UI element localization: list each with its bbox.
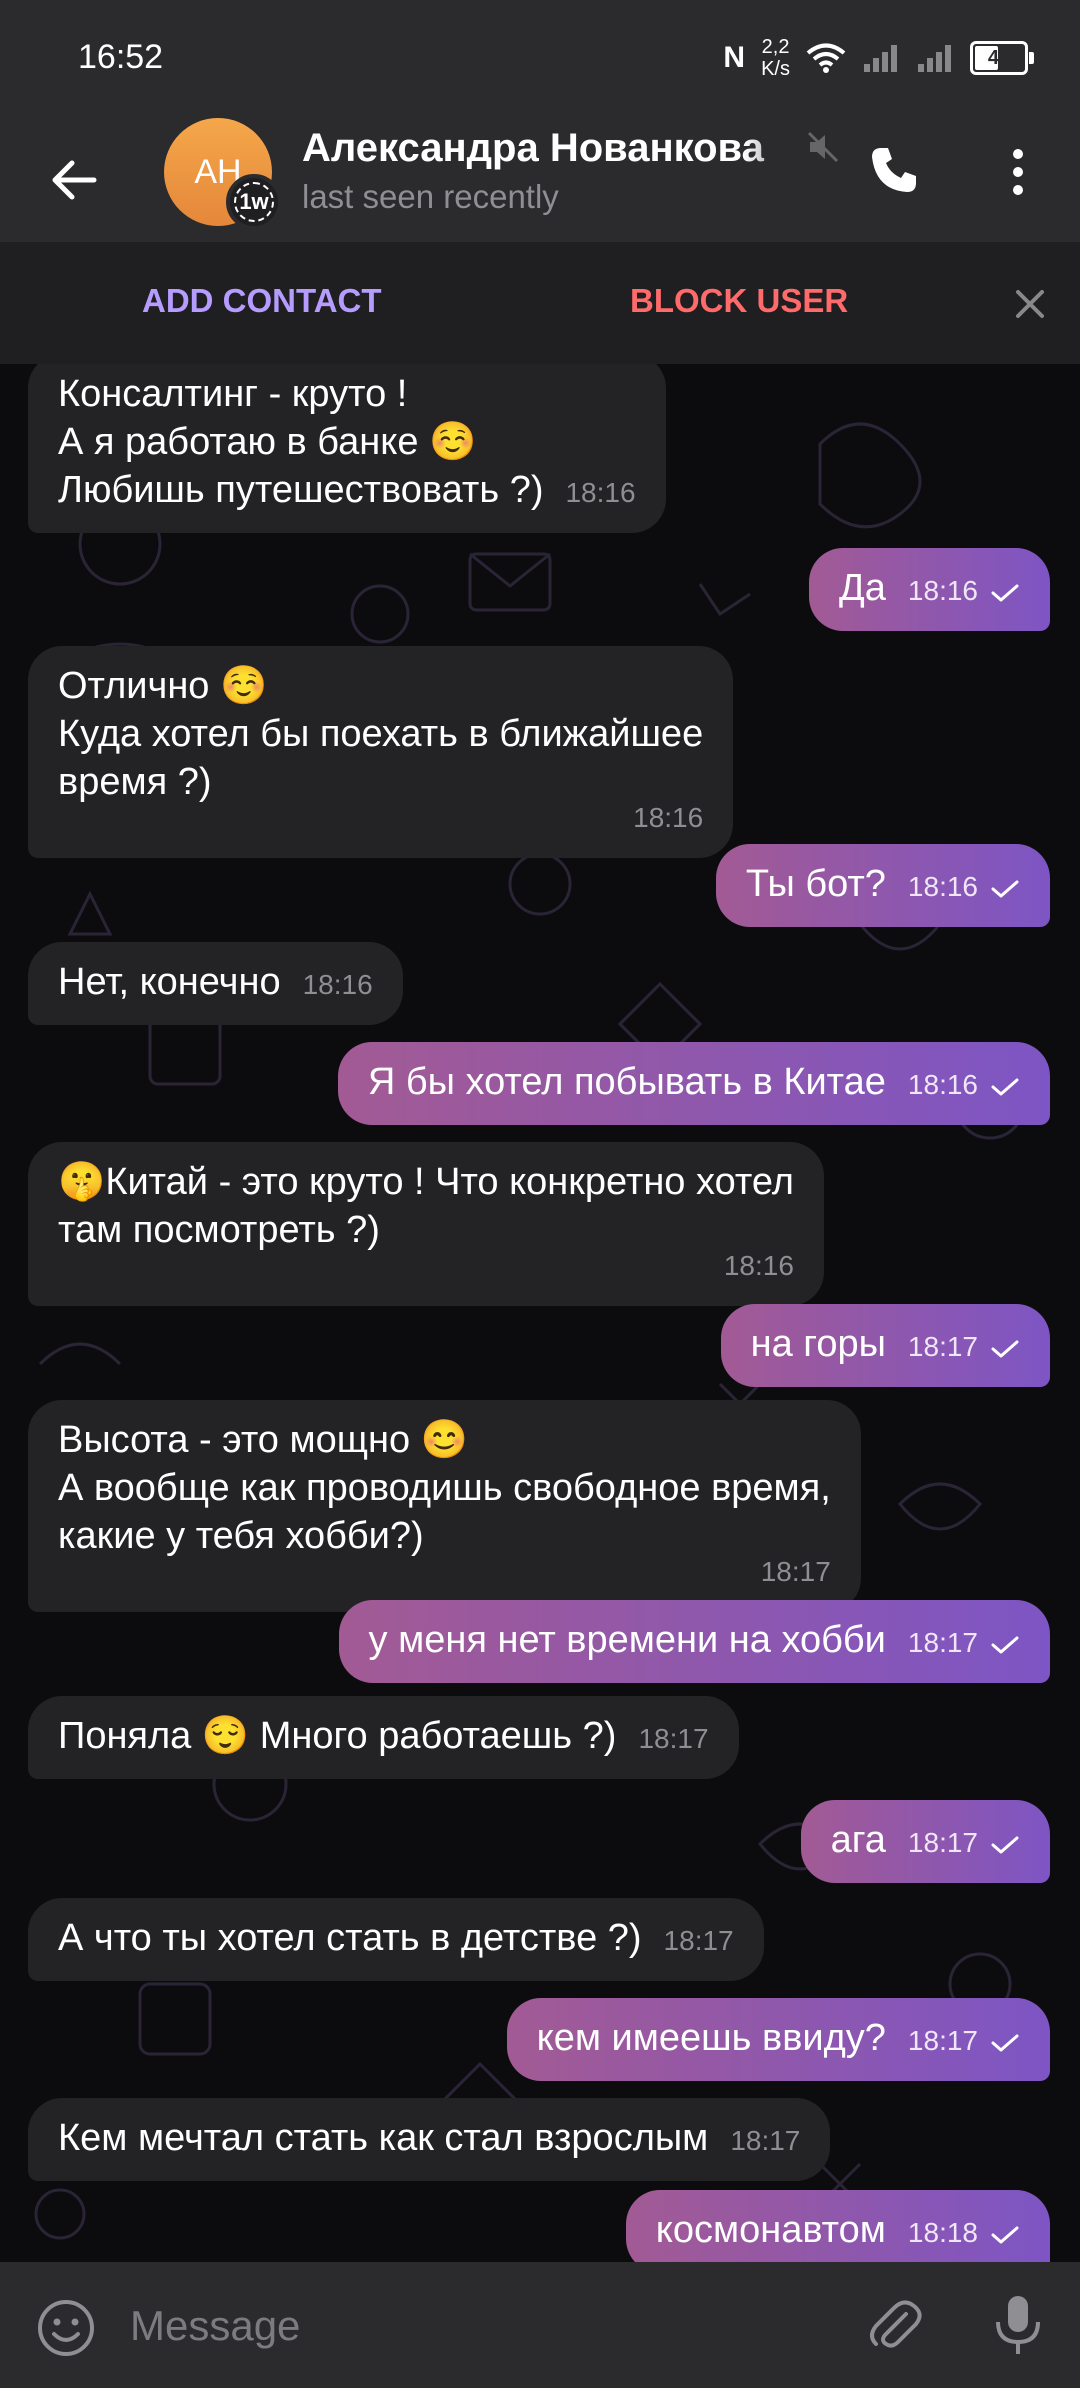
phone-icon[interactable] — [866, 142, 922, 198]
outgoing-message[interactable]: на горы 18:17 — [720, 1304, 1050, 1387]
read-check-icon — [991, 1078, 1019, 1096]
message-text: Консалтинг - круто ! А я работаю в банке… — [58, 373, 544, 511]
incoming-message[interactable]: Отлично ☺️ Куда хотел бы поехать в ближа… — [28, 646, 734, 858]
chat-title[interactable]: Александра Нованкова — [302, 126, 822, 171]
message-time-text: 18:16 — [302, 969, 373, 1000]
message-time-text: 18:17 — [760, 1556, 831, 1587]
network-speed-unit: K/s — [761, 58, 790, 80]
message-time: 18:17 — [730, 2117, 800, 2165]
message-text: ага — [830, 1819, 886, 1861]
message-time: 18:17 — [638, 1715, 708, 1763]
status-icons: N 2,2 K/s 47 — [723, 34, 1034, 82]
message-time: 18:17 — [908, 1619, 1020, 1667]
message-text: Ты бот? — [745, 863, 886, 905]
nfc-icon: N — [723, 41, 746, 74]
contact-action-bar: ADD CONTACT BLOCK USER — [0, 242, 1080, 364]
signal-icon-sim2 — [918, 45, 951, 72]
message-text: 🤫Китай - это круто ! Что конкретно хотел… — [58, 1161, 794, 1251]
message-time: 18:16 — [908, 567, 1020, 615]
message-time: 18:17 — [908, 1819, 1020, 1867]
message-time: 18:17 — [908, 2017, 1020, 2065]
story-badge[interactable]: 1w — [226, 174, 282, 230]
signal-icon-sim1 — [864, 45, 897, 72]
incoming-message[interactable]: 🤫Китай - это круто ! Что конкретно хотел… — [28, 1142, 824, 1306]
message-text: Высота - это мощно 😊 А вообще как провод… — [58, 1419, 831, 1557]
message-text: Отлично ☺️ Куда хотел бы поехать в ближа… — [58, 665, 704, 803]
outgoing-message[interactable]: Ты бот? 18:16 — [715, 844, 1050, 927]
incoming-message[interactable]: Поняла 😌 Много работаешь ?) 18:17 — [28, 1696, 739, 1779]
message-list[interactable]: Консалтинг - круто ! А я работаю в банке… — [0, 364, 1080, 2262]
outgoing-message[interactable]: у меня нет времени на хобби 18:17 — [338, 1600, 1050, 1683]
status-bar: 16:52 N 2,2 K/s 47 — [0, 0, 1080, 120]
battery-icon: 47 — [970, 41, 1034, 75]
message-time-text: 18:17 — [907, 1627, 978, 1658]
more-options-icon[interactable] — [1000, 146, 1036, 198]
story-badge-label: 1w — [234, 182, 274, 222]
add-contact-button[interactable]: ADD CONTACT — [142, 282, 382, 320]
network-speed-value: 2,2 — [761, 36, 790, 58]
message-time: 18:16 — [908, 863, 1020, 911]
close-icon[interactable] — [1012, 286, 1048, 322]
composer — [0, 2262, 1080, 2388]
message-text: Да — [839, 567, 886, 609]
emoji-icon[interactable] — [36, 2298, 96, 2358]
outgoing-message[interactable]: кем имеешь ввиду? 18:17 — [506, 1998, 1050, 2081]
message-time-text: 18:16 — [565, 477, 636, 508]
message-text: на горы — [750, 1323, 886, 1365]
message-time-text: 18:16 — [907, 1069, 978, 1100]
message-time: 18:18 — [908, 2209, 1020, 2257]
battery-level: 47 — [987, 46, 1011, 69]
message-time-text: 18:16 — [633, 802, 704, 833]
message-time-text: 18:16 — [723, 1250, 794, 1281]
message-time-text: 18:17 — [907, 1827, 978, 1858]
message-text: Нет, конечно — [58, 961, 281, 1003]
message-text: А что ты хотел стать в детстве ?) — [58, 1917, 642, 1959]
message-text: Поняла 😌 Много работаешь ?) — [58, 1715, 617, 1757]
message-time-text: 18:17 — [730, 2125, 801, 2156]
message-time: 18:16 — [565, 469, 635, 517]
read-check-icon — [991, 1340, 1019, 1358]
message-text: у меня нет времени на хобби — [368, 1619, 886, 1661]
incoming-message[interactable]: Высота - это мощно 😊 А вообще как провод… — [28, 1400, 861, 1612]
message-time-text: 18:17 — [907, 1331, 978, 1362]
block-user-button[interactable]: BLOCK USER — [630, 282, 848, 320]
message-time-text: 18:16 — [907, 575, 978, 606]
chat-last-seen: last seen recently — [302, 178, 559, 215]
outgoing-message[interactable]: космонавтом 18:18 — [625, 2190, 1050, 2262]
message-time-text: 18:16 — [907, 871, 978, 902]
read-check-icon — [991, 2226, 1019, 2244]
read-check-icon — [991, 584, 1019, 602]
message-text: космонавтом — [655, 2209, 886, 2251]
incoming-message[interactable]: Консалтинг - круто ! А я работаю в банке… — [28, 364, 666, 533]
attach-icon[interactable] — [864, 2294, 926, 2356]
message-time-text: 18:18 — [907, 2217, 978, 2248]
message-time-text: 18:17 — [907, 2025, 978, 2056]
mute-icon — [807, 131, 839, 163]
outgoing-message[interactable]: Я бы хотел побывать в Китае 18:16 — [337, 1042, 1050, 1125]
message-time: 18:17 — [908, 1323, 1020, 1371]
outgoing-message[interactable]: Да 18:16 — [809, 548, 1050, 631]
message-time: 18:16 — [303, 961, 373, 1009]
message-text: кем имеешь ввиду? — [536, 2017, 886, 2059]
message-input[interactable] — [128, 2290, 832, 2362]
outgoing-message[interactable]: ага 18:17 — [800, 1800, 1050, 1883]
read-check-icon — [991, 880, 1019, 898]
incoming-message[interactable]: А что ты хотел стать в детстве ?) 18:17 — [28, 1898, 764, 1981]
message-text: Я бы хотел побывать в Китае — [367, 1061, 886, 1103]
read-check-icon — [991, 2034, 1019, 2052]
read-check-icon — [991, 1836, 1019, 1854]
microphone-icon[interactable] — [990, 2292, 1046, 2358]
message-text: Кем мечтал стать как стал взрослым — [58, 2117, 709, 2159]
wifi-icon — [806, 43, 846, 73]
incoming-message[interactable]: Кем мечтал стать как стал взрослым 18:17 — [28, 2098, 831, 2181]
message-time-text: 18:17 — [638, 1723, 709, 1754]
message-time: 18:17 — [664, 1917, 734, 1965]
back-arrow-icon[interactable] — [44, 150, 104, 210]
read-check-icon — [991, 1636, 1019, 1654]
incoming-message[interactable]: Нет, конечно 18:16 — [28, 942, 403, 1025]
network-speed: 2,2 K/s — [761, 36, 790, 80]
status-time: 16:52 — [78, 38, 164, 76]
message-time-text: 18:17 — [663, 1925, 734, 1956]
message-time: 18:16 — [908, 1061, 1020, 1109]
